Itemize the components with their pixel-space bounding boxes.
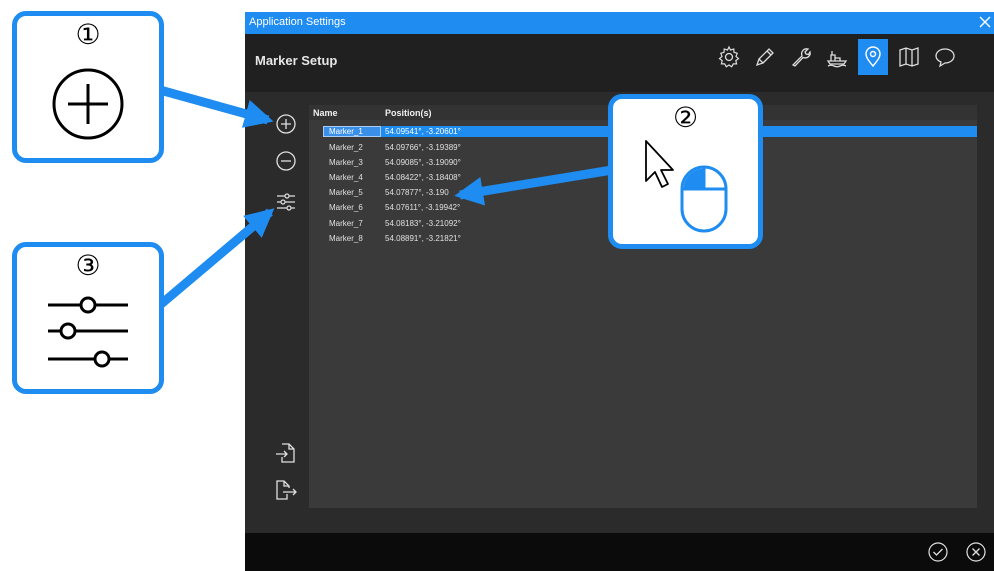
cancel-icon[interactable]	[965, 541, 987, 563]
marker-name: Marker_5	[329, 188, 363, 197]
remove-icon	[276, 151, 296, 171]
pen-icon[interactable]	[750, 39, 780, 75]
footer-bar	[245, 533, 994, 571]
import-icon	[276, 443, 295, 463]
marker-name: Marker_3	[329, 158, 363, 167]
marker-position: 54.07611°, -3.19942°	[385, 203, 461, 212]
column-header-position: Position(s)	[385, 108, 432, 118]
map-icon[interactable]	[894, 39, 924, 75]
marker-position: 54.08183°, -3.21092°	[385, 219, 461, 228]
callout-number: ②	[672, 101, 699, 134]
marker-position: 54.09541°, -3.20601°	[385, 127, 461, 136]
marker-position: 54.09085°, -3.19090°	[385, 158, 461, 167]
marker-name: Marker_6	[329, 203, 363, 212]
location-pin-icon[interactable]	[858, 39, 888, 75]
marker-name: Marker_1	[329, 127, 363, 136]
add-marker-button[interactable]	[273, 111, 299, 137]
header: Marker Setup	[245, 34, 994, 92]
mouse-click-icon	[645, 140, 728, 233]
export-icon	[276, 480, 297, 500]
remove-marker-button[interactable]	[273, 148, 299, 174]
add-icon	[52, 68, 124, 140]
export-button[interactable]	[273, 477, 299, 503]
marker-name: Marker_8	[329, 234, 363, 243]
speech-bubble-icon[interactable]	[930, 39, 960, 75]
callout-number: ①	[75, 18, 101, 51]
sliders-icon	[48, 296, 128, 368]
callout-3: ③	[12, 242, 164, 394]
marker-position: 54.08422°, -3.18408°	[385, 173, 461, 182]
import-button[interactable]	[273, 440, 299, 466]
marker-position: 54.07877°, -3.190	[385, 188, 449, 197]
window-title: Application Settings	[249, 16, 346, 28]
callout-2: ②	[608, 94, 763, 249]
wrench-icon[interactable]	[786, 39, 816, 75]
callout-number: ③	[75, 249, 101, 282]
marker-position: 54.09766°, -3.19389°	[385, 143, 461, 152]
confirm-icon[interactable]	[927, 541, 949, 563]
close-icon[interactable]	[976, 13, 994, 31]
marker-settings-button[interactable]	[273, 189, 299, 215]
gear-icon[interactable]	[714, 39, 744, 75]
title-bar: Application Settings	[245, 12, 994, 34]
vessel-icon[interactable]	[822, 39, 852, 75]
marker-name: Marker_2	[329, 143, 363, 152]
sliders-icon	[277, 193, 295, 211]
add-icon	[276, 114, 296, 134]
page-title: Marker Setup	[255, 53, 338, 68]
callout-1: ①	[12, 11, 164, 163]
marker-name: Marker_7	[329, 219, 363, 228]
marker-name: Marker_4	[329, 173, 363, 182]
column-header-name: Name	[313, 108, 338, 118]
marker-position: 54.08891°, -3.21821°	[385, 234, 461, 243]
